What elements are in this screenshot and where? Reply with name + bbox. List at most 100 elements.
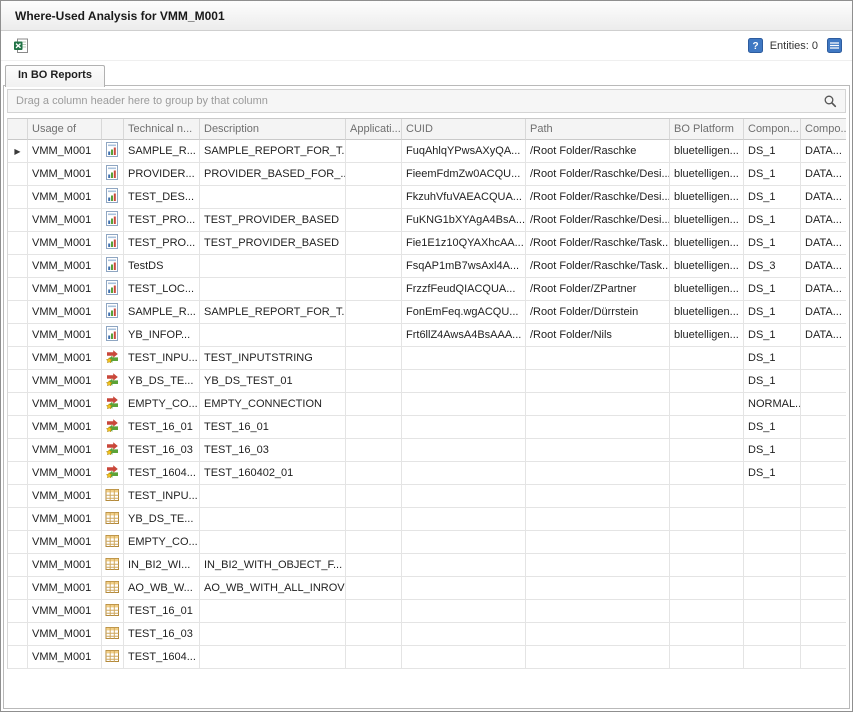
cell-usage: VMM_M001 [28, 646, 102, 669]
table-row[interactable]: VMM_M001 TEST_1604... [8, 646, 846, 669]
cell-path [526, 393, 670, 416]
cell-path [526, 439, 670, 462]
cell-application [346, 324, 402, 347]
cell-usage: VMM_M001 [28, 278, 102, 301]
cell-description: AO_WB_WITH_ALL_INROV [200, 577, 346, 600]
cell-application [346, 347, 402, 370]
group-by-panel[interactable]: Drag a column header here to group by th… [7, 89, 846, 113]
column-header-platform[interactable]: BO Platform [670, 119, 744, 140]
table-row[interactable]: VMM_M001TEST_16_01TEST_16_01DS_1 [8, 416, 846, 439]
cell-component1: DS_1 [744, 439, 801, 462]
cell-component1: DS_1 [744, 416, 801, 439]
table-row[interactable]: VMM_M001EMPTY_CO...EMPTY_CONNECTIONNORMA… [8, 393, 846, 416]
row-indicator-cell [8, 163, 28, 186]
cell-description: TEST_PROVIDER_BASED [200, 209, 346, 232]
column-header-component1[interactable]: Compon... [744, 119, 801, 140]
table-row[interactable]: VMM_M001SAMPLE_R...SAMPLE_REPORT_FOR_T..… [8, 301, 846, 324]
cell-cuid [402, 485, 526, 508]
table-row[interactable]: VMM_M001TEST_DES...FkzuhVfuVAEACQUA.../R… [8, 186, 846, 209]
column-header-usage[interactable]: Usage of [28, 119, 102, 140]
cell-platform [670, 577, 744, 600]
olap-connection-icon [102, 347, 124, 370]
cell-component1: DS_1 [744, 462, 801, 485]
column-header-path[interactable]: Path [526, 119, 670, 140]
cell-path: /Root Folder/Raschke [526, 140, 670, 163]
table-row[interactable]: VMM_M001TEST_16_03 [8, 623, 846, 646]
table-row[interactable]: VMM_M001PROVIDER...PROVIDER_BASED_FOR_..… [8, 163, 846, 186]
table-row[interactable]: VMM_M001TEST_PRO...TEST_PROVIDER_BASEDFu… [8, 209, 846, 232]
table-row[interactable]: VMM_M001IN_BI2_WI...IN_BI2_WITH_OBJECT_F… [8, 554, 846, 577]
column-header-icon[interactable] [102, 119, 124, 140]
cell-component1: DS_3 [744, 255, 801, 278]
cell-usage: VMM_M001 [28, 347, 102, 370]
cell-application [346, 140, 402, 163]
cell-platform [670, 623, 744, 646]
cell-cuid [402, 554, 526, 577]
table-row[interactable]: VMM_M001TEST_16_01 [8, 600, 846, 623]
table-row[interactable]: VMM_M001TEST_PRO...TEST_PROVIDER_BASEDFi… [8, 232, 846, 255]
cell-usage: VMM_M001 [28, 577, 102, 600]
cell-technical: TEST_DES... [124, 186, 200, 209]
cell-technical: TEST_16_01 [124, 600, 200, 623]
cell-cuid [402, 508, 526, 531]
export-to-excel-icon[interactable] [11, 36, 30, 55]
cell-component1 [744, 577, 801, 600]
table-row[interactable]: VMM_M001EMPTY_CO... [8, 531, 846, 554]
cell-platform [670, 439, 744, 462]
cell-platform: bluetelligen... [670, 255, 744, 278]
column-header-description[interactable]: Description [200, 119, 346, 140]
table-row[interactable]: VMM_M001TEST_INPU...TEST_INPUTSTRINGDS_1 [8, 347, 846, 370]
table-row[interactable]: VMM_M001TEST_16_03TEST_16_03DS_1 [8, 439, 846, 462]
cell-description [200, 278, 346, 301]
cell-component1 [744, 485, 801, 508]
cell-technical: PROVIDER... [124, 163, 200, 186]
table-row[interactable]: ▶VMM_M001SAMPLE_R...SAMPLE_REPORT_FOR_T.… [8, 140, 846, 163]
olap-connection-icon [102, 439, 124, 462]
cell-cuid [402, 646, 526, 669]
data-table-icon [102, 531, 124, 554]
cell-path [526, 508, 670, 531]
search-icon[interactable] [820, 92, 839, 111]
table-row[interactable]: VMM_M001AO_WB_W...AO_WB_WITH_ALL_INROV [8, 577, 846, 600]
cell-path [526, 623, 670, 646]
table-row[interactable]: VMM_M001TEST_1604...TEST_160402_01DS_1 [8, 462, 846, 485]
cell-description: SAMPLE_REPORT_FOR_T... [200, 140, 346, 163]
table-row[interactable]: VMM_M001 TEST_INPU... [8, 485, 846, 508]
cell-component2: DATA... [801, 278, 846, 301]
table-row[interactable]: VMM_M001YB_INFOP...Frt6llZ4AwsA4BsAAA...… [8, 324, 846, 347]
cell-component1: DS_1 [744, 232, 801, 255]
cell-component2: DATA... [801, 324, 846, 347]
table-row[interactable]: VMM_M001YB_DS_TE...YB_DS_TEST_01DS_1 [8, 370, 846, 393]
column-header-application[interactable]: Applicati... [346, 119, 402, 140]
help-icon[interactable]: ? [746, 36, 765, 55]
cell-platform [670, 462, 744, 485]
cell-component1: DS_1 [744, 347, 801, 370]
cell-cuid [402, 531, 526, 554]
cell-platform [670, 370, 744, 393]
data-table-icon [102, 600, 124, 623]
cell-technical: EMPTY_CO... [124, 393, 200, 416]
data-table-icon [102, 646, 124, 669]
table-row[interactable]: VMM_M001TEST_LOC...FrzzfFeudQIACQUA.../R… [8, 278, 846, 301]
row-indicator-cell [8, 462, 28, 485]
cell-cuid: FonEmFeq.wgACQU... [402, 301, 526, 324]
entities-grid-icon[interactable] [825, 36, 844, 55]
table-row[interactable]: VMM_M001YB_DS_TE... [8, 508, 846, 531]
column-header-component2[interactable]: Compo... [801, 119, 846, 140]
cell-technical: TEST_1604... [124, 646, 200, 669]
cell-technical: TEST_INPU... [124, 485, 200, 508]
column-header-technical[interactable]: Technical n... [124, 119, 200, 140]
table-row[interactable]: VMM_M001TestDSFsqAP1mB7wsAxl4A.../Root F… [8, 255, 846, 278]
cell-description: TEST_16_01 [200, 416, 346, 439]
webi-report-icon [102, 186, 124, 209]
cell-path: /Root Folder/Nils [526, 324, 670, 347]
cell-component2 [801, 554, 846, 577]
cell-usage: VMM_M001 [28, 393, 102, 416]
cell-usage: VMM_M001 [28, 485, 102, 508]
column-header-cuid[interactable]: CUID [402, 119, 526, 140]
cell-path [526, 462, 670, 485]
cell-technical: TEST_16_03 [124, 623, 200, 646]
cell-component2 [801, 347, 846, 370]
tab-in-bo-reports[interactable]: In BO Reports [5, 65, 105, 87]
cell-description [200, 623, 346, 646]
